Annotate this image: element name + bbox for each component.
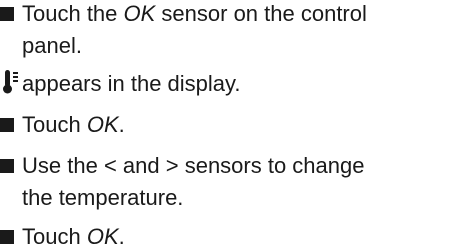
step-4-post: .	[118, 224, 125, 249]
step-4-pre: Touch	[22, 224, 87, 249]
step-1-continuation: panel.	[22, 33, 82, 58]
step-4-ok: OK	[86, 224, 119, 249]
thermometer-icon	[3, 70, 18, 94]
result-text: appears in the display.	[22, 71, 241, 96]
bullet-square	[0, 159, 14, 173]
step-2-post: .	[118, 112, 125, 137]
step-1-post: sensor on the control	[155, 1, 367, 26]
step-3-pre: Use the	[22, 153, 104, 178]
step-3-post: sensors to change	[178, 153, 365, 178]
step-1-text: Touch the OK sensor on the control	[22, 0, 367, 28]
step-4-text: Touch OK.	[22, 223, 125, 251]
bullet-square	[0, 230, 14, 244]
step-1-ok: OK	[123, 1, 156, 26]
step-2-pre: Touch	[22, 112, 87, 137]
less-than-symbol: <	[103, 153, 117, 178]
step-3-continuation: the temperature.	[22, 185, 184, 210]
greater-than-symbol: >	[165, 153, 179, 178]
step-1-pre: Touch the	[22, 1, 124, 26]
bullet-square	[0, 7, 14, 21]
step-3-mid: and	[116, 153, 166, 178]
bullet-square	[0, 118, 14, 132]
instructions-list: Touch the OK sensor on the control panel…	[0, 0, 452, 249]
step-2-text: Touch OK.	[22, 111, 125, 139]
step-3-text: Use the < and > sensors to change	[22, 152, 365, 180]
step-2-ok: OK	[86, 112, 119, 137]
